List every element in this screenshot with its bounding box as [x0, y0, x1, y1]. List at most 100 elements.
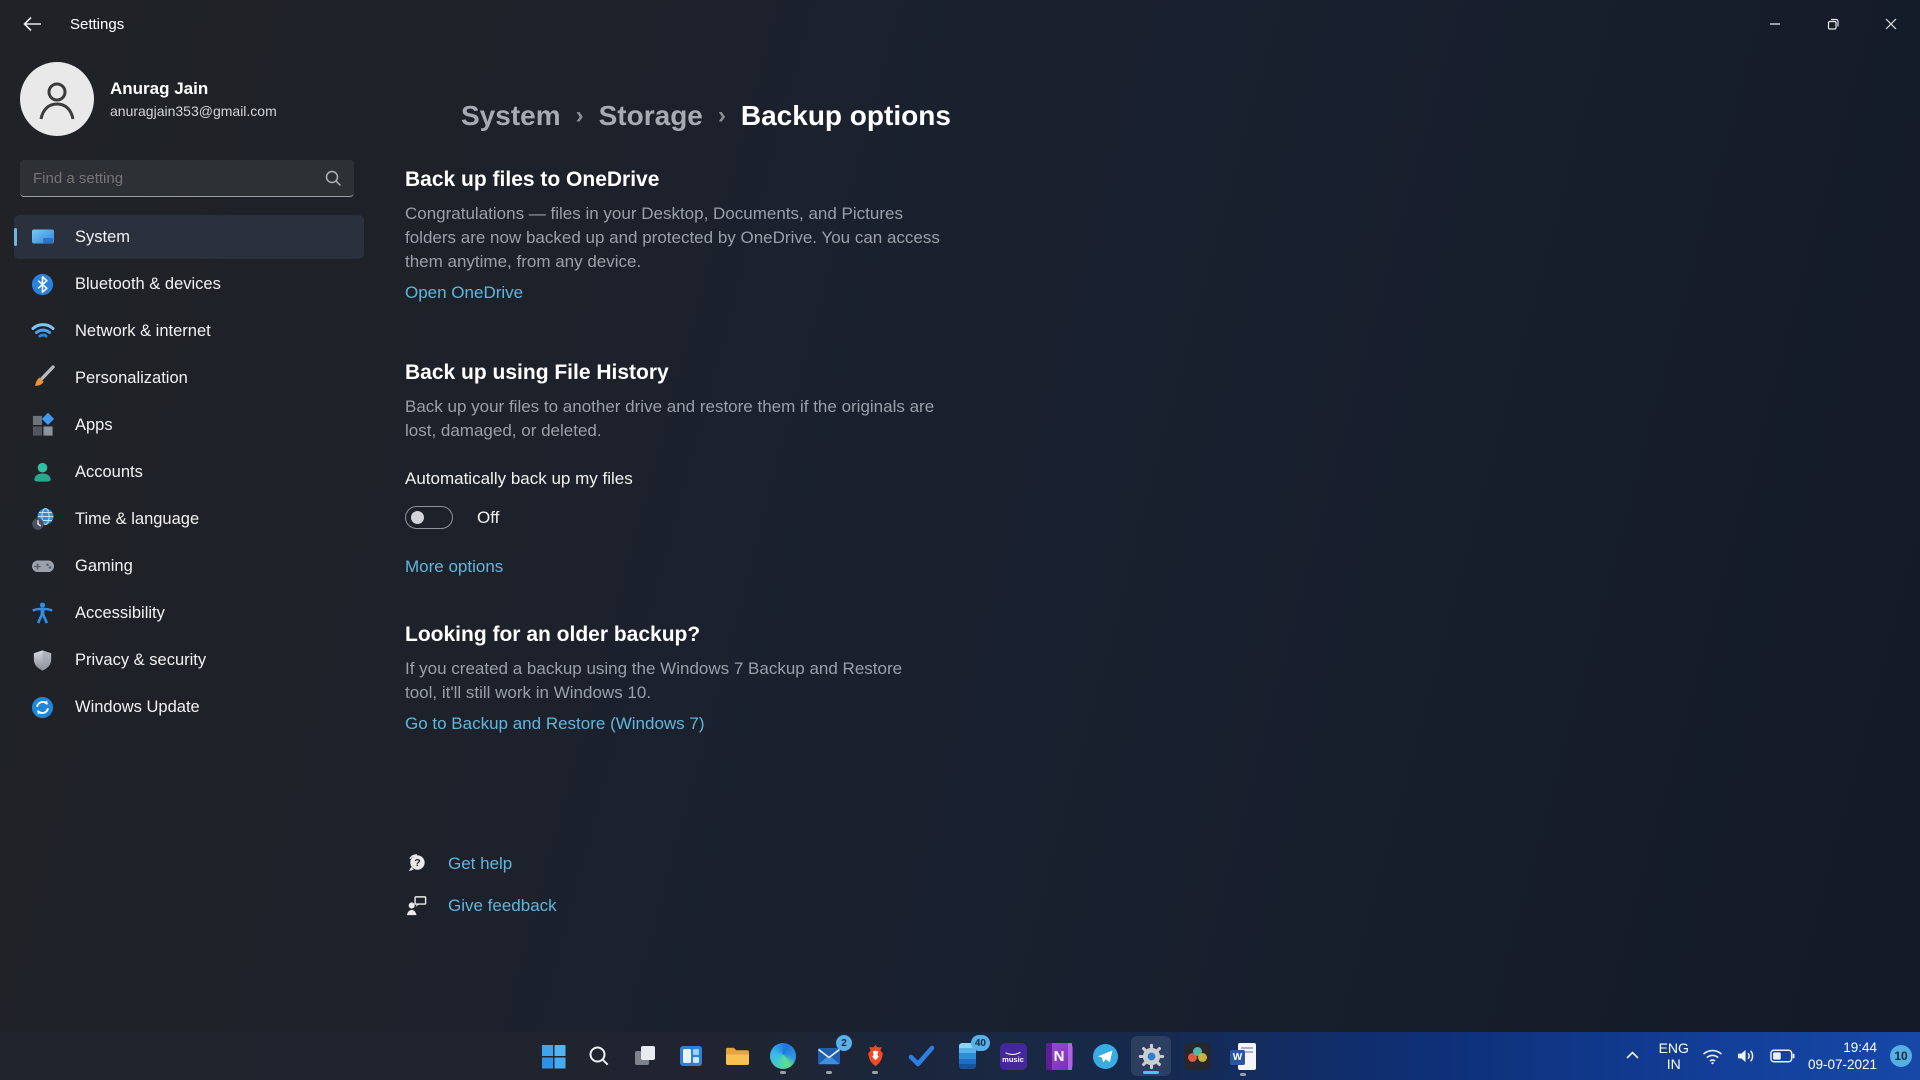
bluetooth-icon	[29, 271, 56, 298]
svg-text:?: ?	[414, 857, 420, 869]
chevron-right-icon: ›	[575, 102, 584, 129]
taskbar-search-button[interactable]	[579, 1036, 619, 1076]
notification-count-badge[interactable]: 10	[1890, 1045, 1912, 1067]
sidebar-item-accessibility[interactable]: Accessibility	[14, 591, 364, 635]
backup-restore-win7-link[interactable]: Go to Backup and Restore (Windows 7)	[405, 714, 705, 734]
davinci-resolve-icon	[1183, 1042, 1211, 1070]
settings-app-button[interactable]	[1131, 1036, 1171, 1076]
tray-overflow-button[interactable]	[1625, 1047, 1640, 1065]
widgets-button[interactable]	[671, 1036, 711, 1076]
minimize-icon	[1770, 23, 1780, 25]
wifi-icon[interactable]	[1702, 1048, 1723, 1065]
brave-icon	[867, 1045, 883, 1066]
sidebar-item-label: Gaming	[75, 556, 133, 575]
file-history-section-body: Back up your files to another drive and …	[405, 397, 935, 440]
onenote-icon: N	[1045, 1042, 1073, 1070]
sidebar-item-system[interactable]: System	[14, 215, 364, 259]
file-explorer-button[interactable]	[717, 1036, 757, 1076]
clock[interactable]: 19:44 09-07-2021	[1808, 1039, 1877, 1073]
person-icon	[39, 82, 75, 120]
more-options-link[interactable]: More options	[405, 557, 503, 577]
sidebar-item-network-internet[interactable]: Network & internet	[14, 309, 364, 353]
todo-check-icon	[908, 1045, 934, 1067]
titlebar: Settings	[0, 0, 1920, 48]
edge-icon	[770, 1043, 796, 1069]
windows-logo-icon	[541, 1044, 565, 1068]
breadcrumb-system[interactable]: System	[461, 100, 561, 132]
settings-sidebar: Anurag Jain anuragjain353@gmail.com Syst…	[0, 48, 380, 1032]
word-button[interactable]: W	[1223, 1036, 1263, 1076]
sidebar-item-personalization[interactable]: Personalization	[14, 356, 364, 400]
sidebar-item-bluetooth-devices[interactable]: Bluetooth & devices	[14, 262, 364, 306]
section-onedrive: Back up files to OneDrive Congratulation…	[405, 168, 1920, 303]
open-onedrive-link[interactable]: Open OneDrive	[405, 283, 523, 303]
give-feedback-link[interactable]: Give feedback	[448, 896, 557, 916]
profile-email: anuragjain353@gmail.com	[110, 103, 277, 119]
windows-update-icon	[29, 694, 56, 721]
system-tray: ENG IN 19:44 09-07-2021 10	[1625, 1032, 1912, 1080]
battery-icon[interactable]	[1770, 1049, 1795, 1063]
brave-button[interactable]	[855, 1036, 895, 1076]
minimize-button[interactable]	[1746, 0, 1804, 48]
sidebar-item-privacy-security[interactable]: Privacy & security	[14, 638, 364, 682]
sidebar-nav: System Bluetooth & devices Network & int…	[0, 215, 380, 729]
gaming-icon	[29, 553, 56, 580]
sidebar-item-windows-update[interactable]: Windows Update	[14, 685, 364, 729]
help-bubble-icon: ?	[408, 854, 425, 872]
running-indicator	[780, 1071, 786, 1074]
help-footer: ? Get help Give feedback	[405, 852, 1920, 917]
mail-button[interactable]: 2	[809, 1035, 852, 1076]
sidebar-item-accounts[interactable]: Accounts	[14, 450, 364, 494]
davinci-resolve-button[interactable]	[1177, 1036, 1217, 1076]
todo-button[interactable]	[901, 1036, 941, 1076]
avatar	[20, 62, 94, 136]
toggle-knob	[411, 511, 424, 524]
sidebar-item-label: Bluetooth & devices	[75, 274, 221, 293]
get-help-row[interactable]: ? Get help	[405, 852, 1920, 875]
breadcrumb: System › Storage › Backup options	[380, 100, 1920, 132]
onedrive-section-body: Congratulations — files in your Desktop,…	[405, 204, 940, 271]
task-view-icon	[635, 1046, 655, 1065]
search-input[interactable]	[20, 160, 354, 197]
start-button[interactable]	[533, 1036, 573, 1076]
search-icon	[325, 170, 342, 187]
volume-icon[interactable]	[1736, 1047, 1757, 1065]
amazon-music-icon: music	[999, 1042, 1027, 1070]
app-with-badge-40-button[interactable]: 40	[947, 1035, 990, 1076]
amazon-music-button[interactable]: music	[993, 1036, 1033, 1076]
telegram-button[interactable]	[1085, 1036, 1125, 1076]
auto-backup-toggle[interactable]	[405, 506, 453, 529]
account-profile[interactable]: Anurag Jain anuragjain353@gmail.com	[20, 62, 380, 136]
language-indicator[interactable]: ENG IN	[1659, 1040, 1689, 1072]
telegram-icon	[1092, 1043, 1118, 1069]
sidebar-item-time-language[interactable]: Time & language	[14, 497, 364, 541]
give-feedback-row[interactable]: Give feedback	[405, 894, 1920, 917]
chevron-up-icon	[1626, 1051, 1639, 1059]
restore-button[interactable]	[1804, 0, 1862, 48]
widgets-icon	[680, 1046, 702, 1066]
time-language-icon	[29, 506, 56, 533]
sidebar-item-gaming[interactable]: Gaming	[14, 544, 364, 588]
sidebar-item-label: Network & internet	[75, 321, 211, 340]
apps-icon	[29, 412, 56, 439]
get-help-link[interactable]: Get help	[448, 854, 512, 874]
accounts-icon	[29, 459, 56, 486]
breadcrumb-storage[interactable]: Storage	[599, 100, 703, 132]
chevron-right-icon: ›	[717, 102, 726, 129]
edge-button[interactable]	[763, 1036, 803, 1076]
accessibility-icon	[29, 600, 56, 627]
personalization-icon	[29, 365, 56, 392]
section-older-backup: Looking for an older backup? If you crea…	[405, 623, 1920, 734]
close-button[interactable]	[1862, 0, 1920, 48]
back-button[interactable]	[12, 6, 52, 42]
sidebar-item-label: Windows Update	[75, 697, 200, 716]
file-explorer-icon	[725, 1047, 749, 1065]
sidebar-item-apps[interactable]: Apps	[14, 403, 364, 447]
onenote-button[interactable]: N	[1039, 1036, 1079, 1076]
task-view-button[interactable]	[625, 1036, 665, 1076]
sidebar-item-label: Time & language	[75, 509, 200, 528]
section-file-history: Back up using File History Back up your …	[405, 361, 1920, 577]
search-icon	[589, 1046, 609, 1066]
page-title: Backup options	[740, 100, 951, 131]
mail-badge: 2	[836, 1035, 852, 1051]
